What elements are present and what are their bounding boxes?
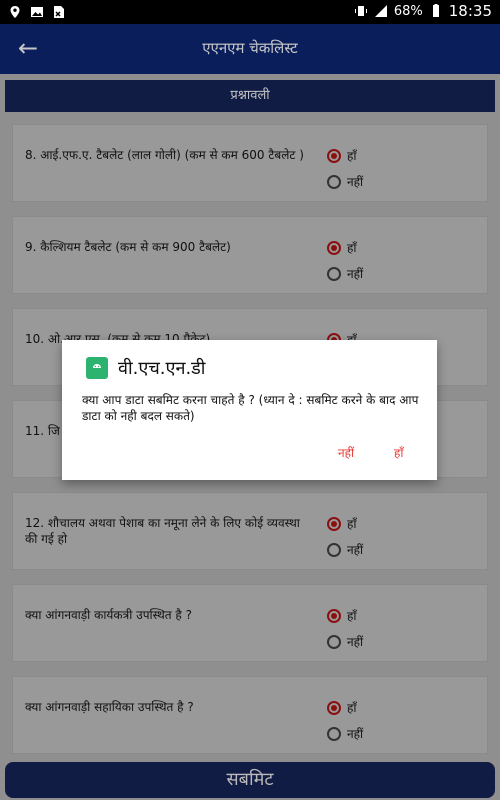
dialog-scrim: वी.एच.एन.डी क्या आप डाटा सबमिट करना चाहत… xyxy=(0,0,500,800)
confirm-dialog: वी.एच.एन.डी क्या आप डाटा सबमिट करना चाहत… xyxy=(62,340,437,480)
dialog-no-button[interactable]: नहीं xyxy=(338,444,354,461)
android-app-icon xyxy=(86,357,108,379)
dialog-yes-button[interactable]: हाँ xyxy=(394,444,403,461)
dialog-message: क्या आप डाटा सबमिट करना चाहते है ? (ध्या… xyxy=(82,393,419,423)
dialog-title: वी.एच.एन.डी xyxy=(118,358,206,379)
